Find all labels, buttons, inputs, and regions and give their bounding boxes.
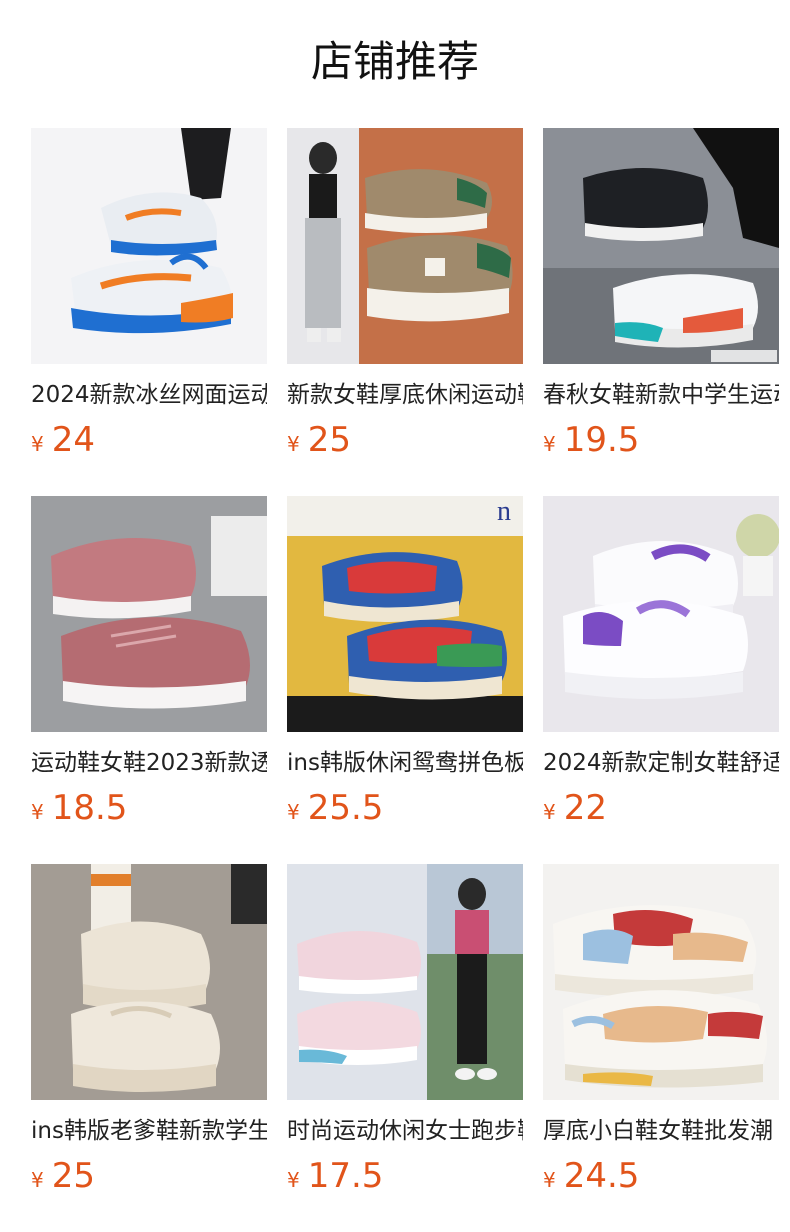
currency-symbol: ¥ (31, 800, 44, 824)
currency-symbol: ¥ (287, 1168, 300, 1192)
price-amount: 19.5 (563, 420, 640, 460)
product-name[interactable]: 新款女鞋厚底休闲运动鞋 (287, 378, 523, 412)
currency-symbol: ¥ (31, 1168, 44, 1192)
product-name[interactable]: ins韩版老爹鞋新款学生 (31, 1114, 267, 1148)
svg-text:n: n (497, 496, 511, 527)
product-image[interactable] (31, 496, 267, 732)
product-name[interactable]: 春秋女鞋新款中学生运动鞋 (543, 378, 779, 412)
product-image[interactable] (31, 864, 267, 1100)
product-image[interactable] (287, 864, 523, 1100)
product-image[interactable] (543, 496, 779, 732)
product-image[interactable]: n (287, 496, 523, 732)
product-price: ¥22 (543, 786, 779, 830)
price-amount: 24.5 (563, 1156, 640, 1196)
section-title: 店铺推荐 (310, 37, 479, 86)
currency-symbol: ¥ (543, 432, 556, 456)
price-amount: 25.5 (307, 788, 384, 828)
product-name[interactable]: 厚底小白鞋女鞋批发潮 (543, 1114, 779, 1148)
product-card[interactable]: 新款女鞋厚底休闲运动鞋 ¥25 (287, 128, 523, 462)
product-card[interactable]: ins韩版老爹鞋新款学生 ¥25 (31, 864, 267, 1198)
currency-symbol: ¥ (31, 432, 44, 456)
product-card[interactable]: 春秋女鞋新款中学生运动鞋 ¥19.5 (543, 128, 779, 462)
price-amount: 22 (563, 788, 607, 828)
price-amount: 24 (51, 420, 95, 460)
product-name[interactable]: 2024新款冰丝网面运动鞋 (31, 378, 267, 412)
product-price: ¥25 (31, 1154, 267, 1198)
currency-symbol: ¥ (543, 800, 556, 824)
price-amount: 17.5 (307, 1156, 384, 1196)
product-card[interactable]: 运动鞋女鞋2023新款透气 ¥18.5 (31, 496, 267, 830)
product-price: ¥18.5 (31, 786, 267, 830)
price-amount: 25 (51, 1156, 95, 1196)
product-price: ¥17.5 (287, 1154, 523, 1198)
product-name[interactable]: 运动鞋女鞋2023新款透气 (31, 746, 267, 780)
product-card[interactable]: 2024新款冰丝网面运动鞋 ¥24 (31, 128, 267, 462)
product-price: ¥25 (287, 418, 523, 462)
product-card[interactable]: 厚底小白鞋女鞋批发潮 ¥24.5 (543, 864, 779, 1198)
product-name[interactable]: ins韩版休闲鸳鸯拼色板鞋 (287, 746, 523, 780)
product-name[interactable]: 2024新款定制女鞋舒适 (543, 746, 779, 780)
product-image[interactable] (287, 128, 523, 364)
product-card[interactable]: 时尚运动休闲女士跑步鞋 ¥17.5 (287, 864, 523, 1198)
currency-symbol: ¥ (543, 1168, 556, 1192)
product-card[interactable]: 2024新款定制女鞋舒适 ¥22 (543, 496, 779, 830)
product-image[interactable] (31, 128, 267, 364)
currency-symbol: ¥ (287, 432, 300, 456)
price-amount: 18.5 (51, 788, 128, 828)
product-card[interactable]: n ins韩版休闲鸳鸯拼色板鞋 ¥25.5 (287, 496, 523, 830)
product-price: ¥24.5 (543, 1154, 779, 1198)
currency-symbol: ¥ (287, 800, 300, 824)
product-name[interactable]: 时尚运动休闲女士跑步鞋 (287, 1114, 523, 1148)
product-image[interactable] (543, 128, 779, 364)
product-price: ¥19.5 (543, 418, 779, 462)
product-image[interactable] (543, 864, 779, 1100)
price-amount: 25 (307, 420, 351, 460)
product-price: ¥25.5 (287, 786, 523, 830)
product-price: ¥24 (31, 418, 267, 462)
